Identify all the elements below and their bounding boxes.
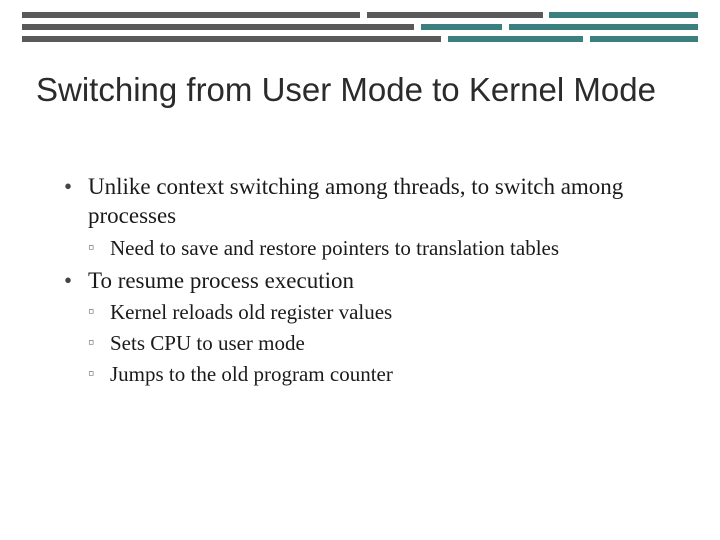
header-stripe xyxy=(22,12,698,52)
slide-body: Unlike context switching among threads, … xyxy=(64,172,672,392)
bullet-level2: Sets CPU to user mode xyxy=(88,330,672,357)
bullet-level2: Kernel reloads old register values xyxy=(88,299,672,326)
stripe-row-2 xyxy=(22,24,698,30)
slide: Switching from User Mode to Kernel Mode … xyxy=(0,0,720,540)
bullet-level1: To resume process execution xyxy=(64,266,672,295)
bullet-level2: Jumps to the old program counter xyxy=(88,361,672,388)
stripe-row-1 xyxy=(22,12,698,18)
stripe-row-3 xyxy=(22,36,698,42)
bullet-level2: Need to save and restore pointers to tra… xyxy=(88,235,672,262)
bullet-level1: Unlike context switching among threads, … xyxy=(64,172,672,231)
slide-title: Switching from User Mode to Kernel Mode xyxy=(36,70,684,110)
